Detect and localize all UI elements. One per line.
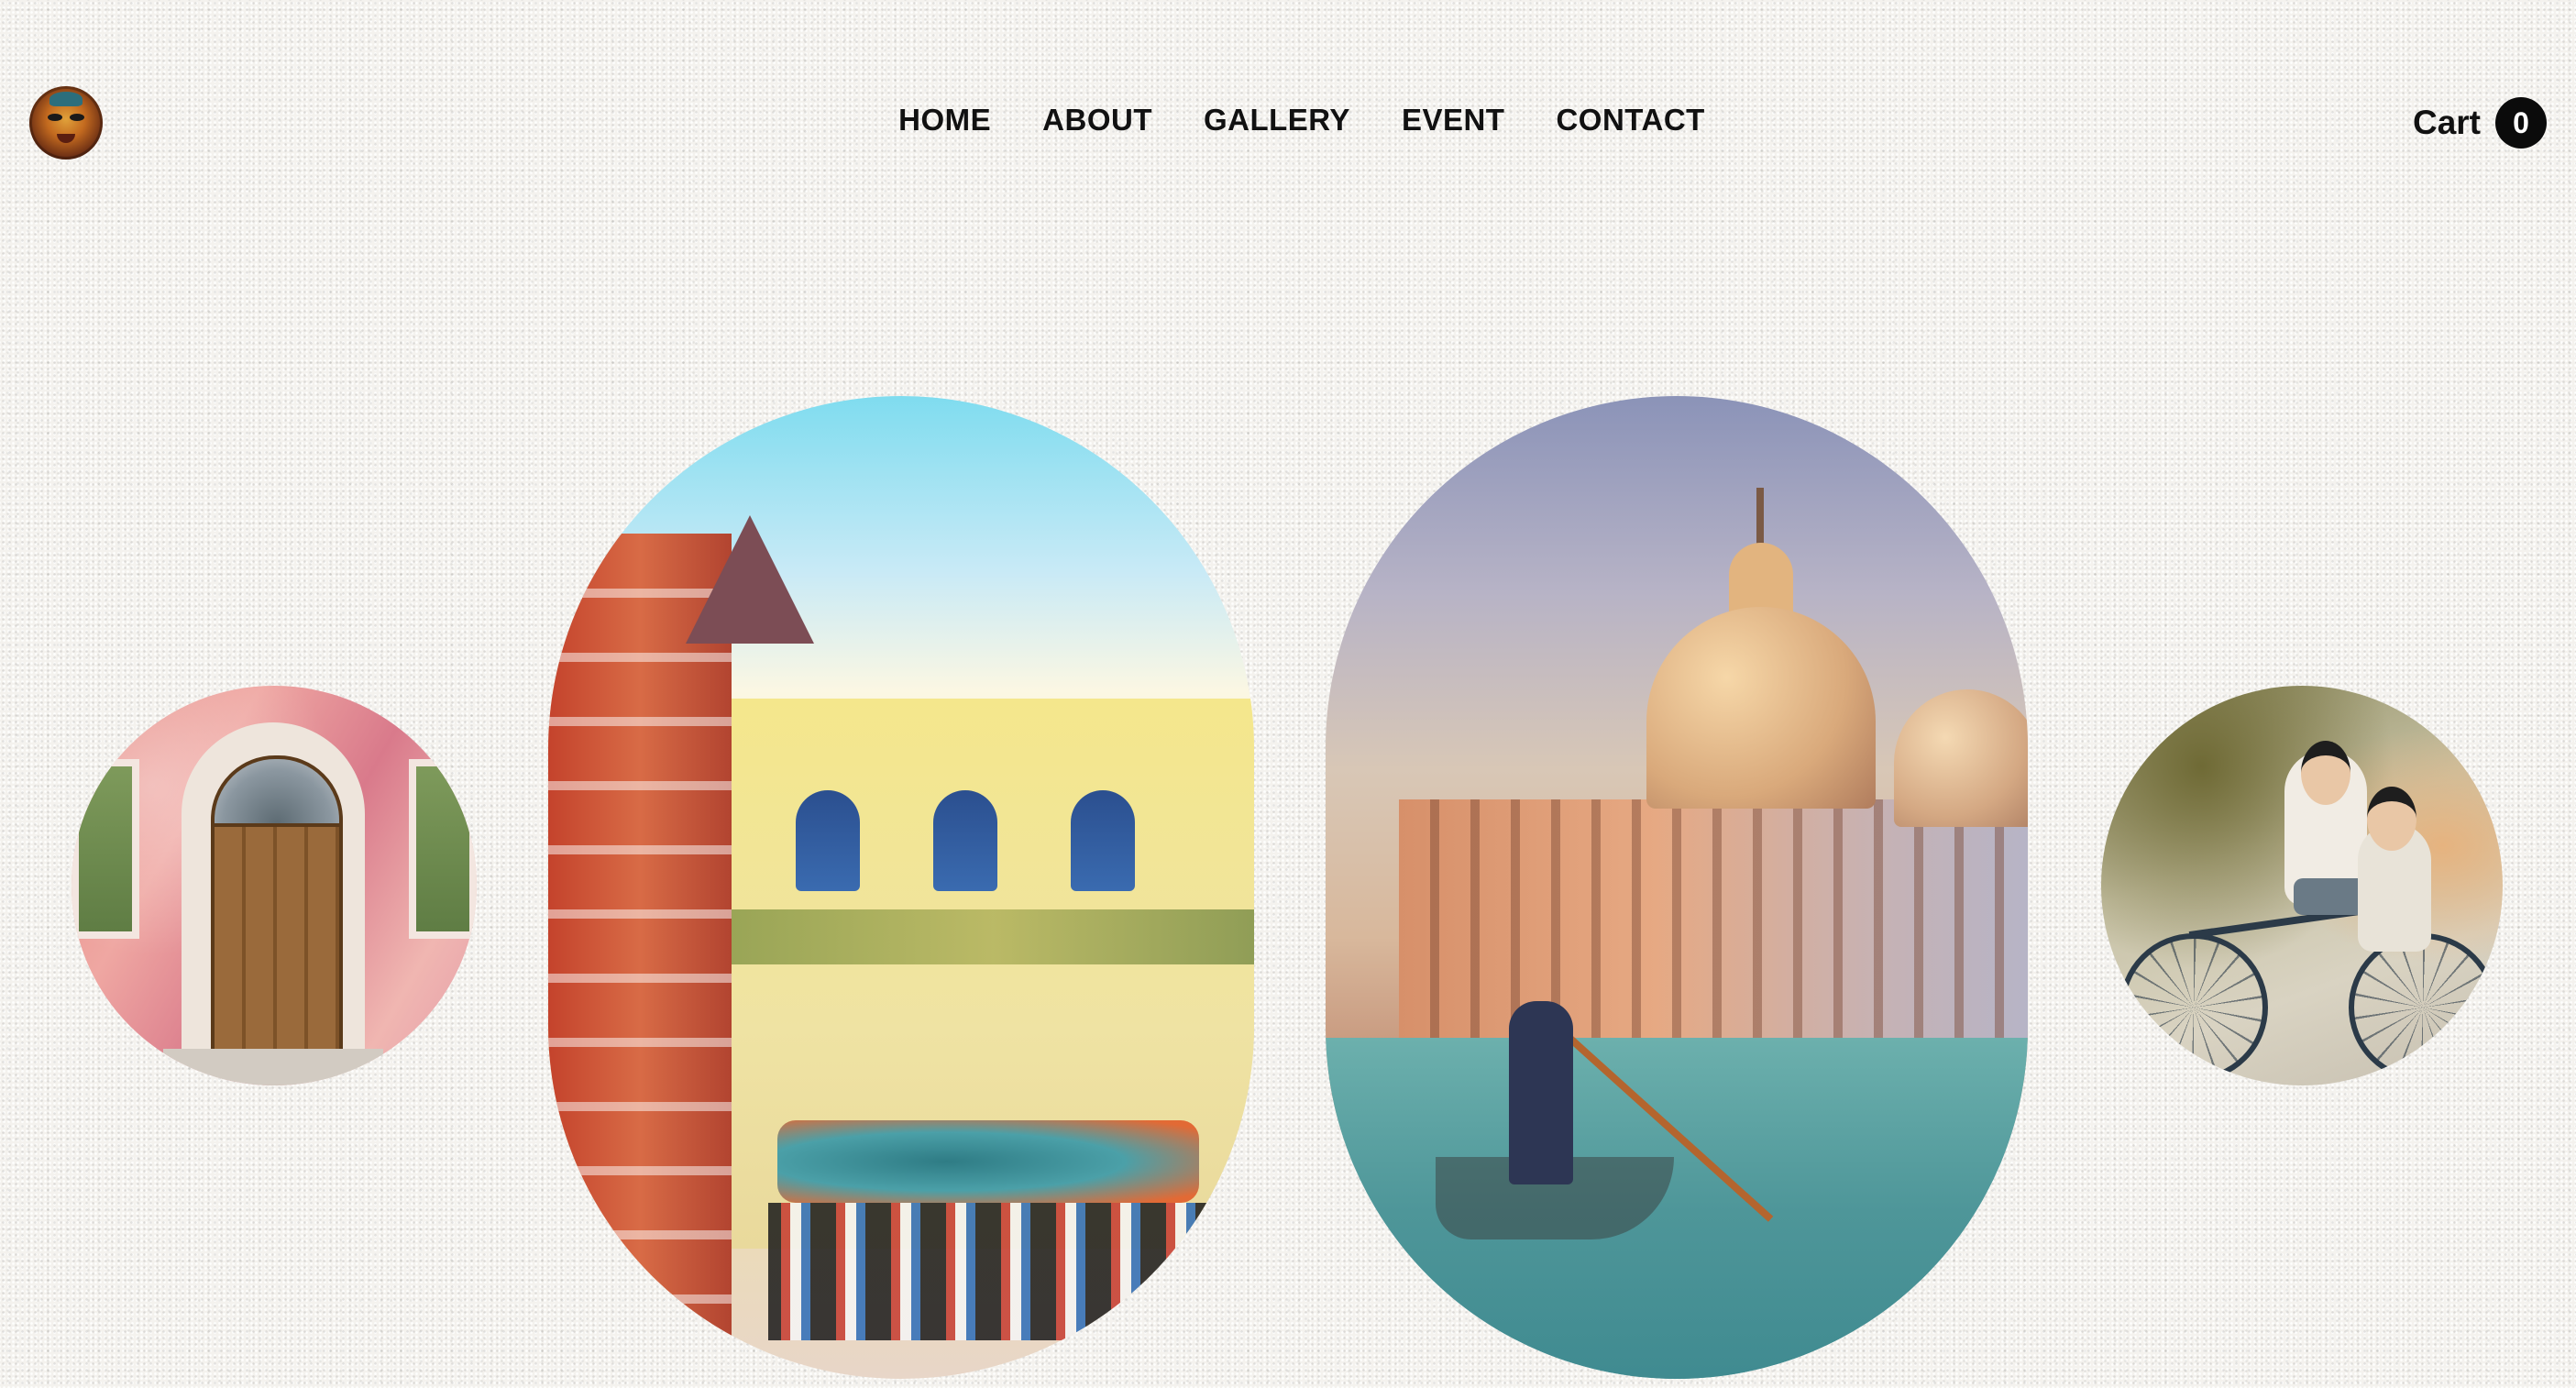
gallery-painting-bicycle-kids[interactable] (2101, 686, 2503, 1085)
nav-about-link[interactable]: ABOUT (1042, 103, 1152, 138)
painted-canal-water (1326, 1038, 2028, 1379)
painted-child-back-head (2367, 787, 2416, 851)
painted-window-right (409, 759, 477, 939)
painted-facade-band (732, 909, 1254, 964)
gallery-painting-venice[interactable] (1326, 396, 2028, 1379)
nav-contact-link[interactable]: CONTACT (1556, 103, 1704, 138)
nav-gallery-link[interactable]: GALLERY (1204, 103, 1350, 138)
painted-arch-window (933, 790, 997, 891)
cart-button[interactable]: Cart 0 (2413, 97, 2547, 149)
gallery-painting-pink-door[interactable] (72, 686, 477, 1085)
painted-canopy (777, 1120, 1199, 1203)
painted-gondolier (1509, 1001, 1573, 1184)
cart-label: Cart (2412, 104, 2481, 141)
painted-window-left (72, 759, 139, 939)
painted-steps (163, 1049, 383, 1085)
painted-child-front-head (2301, 741, 2350, 805)
painted-bicycle-wheel-front (2349, 933, 2497, 1082)
gallery-painting-building[interactable] (548, 396, 1254, 1379)
painted-bicycle-wheel-back (2119, 933, 2268, 1082)
cart-count-badge: 0 (2495, 97, 2547, 149)
painted-crowd (768, 1203, 1208, 1340)
painted-arch-window (1071, 790, 1135, 891)
nav-home-link[interactable]: HOME (898, 103, 991, 138)
painted-main-dome (1646, 607, 1876, 809)
painted-wooden-door (211, 823, 343, 1060)
painted-roof (686, 515, 814, 644)
nav-event-link[interactable]: EVENT (1402, 103, 1505, 138)
painted-venice-buildings (1399, 799, 2028, 1056)
painted-second-dome (1894, 689, 2028, 827)
painted-red-building (548, 534, 732, 1379)
main-navigation: HOME ABOUT GALLERY EVENT CONTACT (0, 103, 2576, 138)
painted-arch-window (796, 790, 860, 891)
